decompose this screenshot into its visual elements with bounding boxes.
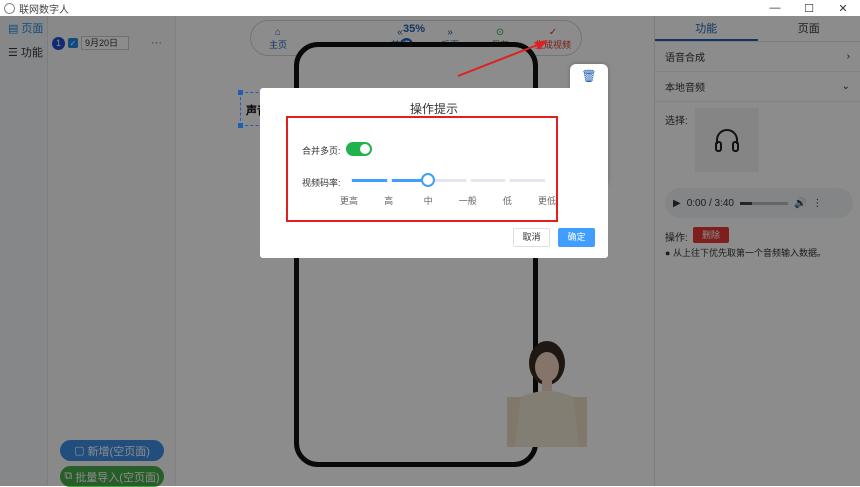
confirm-button[interactable]: 确定 [558, 228, 595, 247]
bitrate-tick-label[interactable]: 更高 [340, 194, 358, 207]
resize-handle[interactable] [238, 90, 243, 95]
title-bar: 联网数字人 — ☐ ✕ [0, 0, 860, 16]
window-title: 联网数字人 [19, 1, 69, 16]
dialog-title: 操作提示 [260, 100, 608, 117]
bitrate-ticks: 更高 高 中 一般 低 更低 [329, 194, 569, 206]
video-bitrate-label: 视频码率: [302, 176, 341, 189]
cancel-button[interactable]: 取消 [513, 228, 550, 247]
merge-pages-label: 合并多页: [302, 144, 341, 157]
close-button[interactable]: ✕ [826, 0, 860, 16]
bitrate-tick-label[interactable]: 更低 [538, 194, 556, 207]
bitrate-stop[interactable] [347, 178, 352, 183]
minimize-button[interactable]: — [758, 0, 792, 16]
merge-pages-toggle[interactable] [346, 142, 372, 156]
bitrate-tick-label[interactable]: 中 [424, 194, 433, 207]
bitrate-tick-label[interactable]: 一般 [459, 194, 477, 207]
bitrate-stop[interactable] [545, 178, 550, 183]
bitrate-tick-label[interactable]: 低 [503, 194, 512, 207]
bitrate-stop[interactable] [387, 178, 392, 183]
toggle-knob [360, 144, 370, 154]
maximize-button[interactable]: ☐ [792, 0, 826, 16]
bitrate-stop[interactable] [466, 178, 471, 183]
video-bitrate-slider[interactable] [349, 179, 547, 182]
trash-icon[interactable]: 🗑 [570, 64, 608, 88]
app-icon [4, 3, 15, 14]
highlight-box [286, 116, 558, 222]
bitrate-tick-label[interactable]: 高 [384, 194, 393, 207]
resize-handle[interactable] [238, 123, 243, 128]
